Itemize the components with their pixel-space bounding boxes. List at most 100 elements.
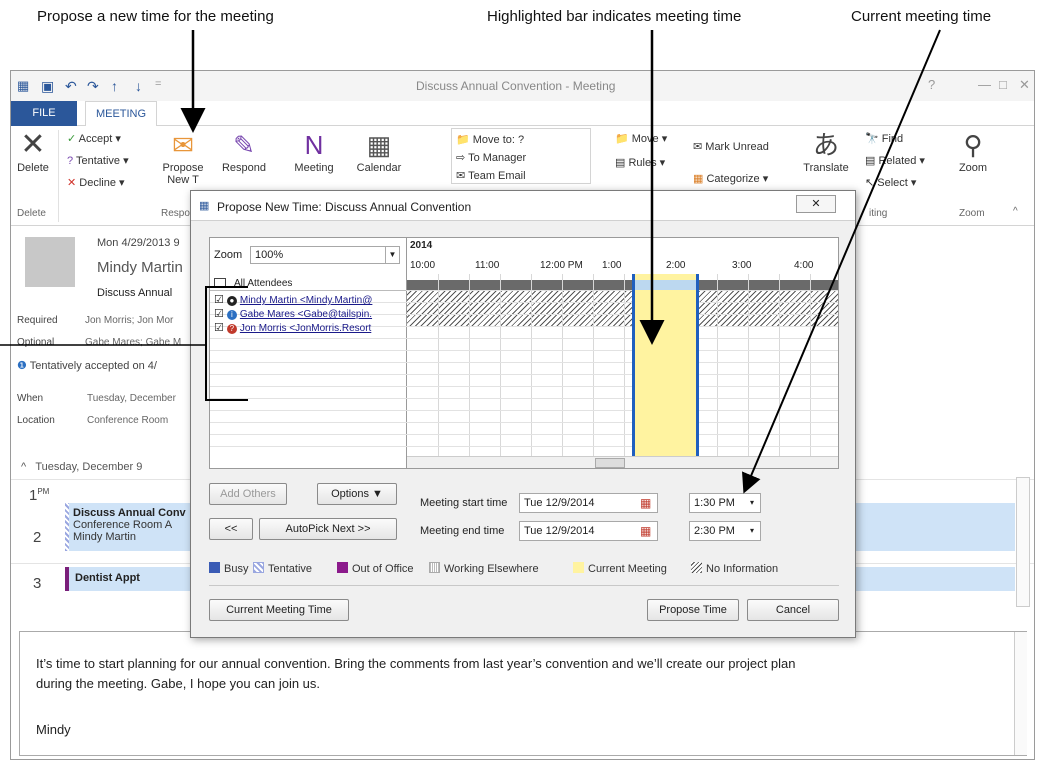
attendee-checkbox[interactable]: ☑ <box>214 294 224 306</box>
options-label: Options <box>331 488 369 500</box>
attendee-name: Mindy Martin <Mindy.Martin@ <box>239 295 373 306</box>
categorize-button[interactable]: ▦ Categorize ▾ <box>693 172 768 185</box>
end-time-field[interactable]: 2:30 PM ▾ <box>689 521 761 541</box>
current-swatch <box>573 562 584 573</box>
calendar-scrollbar[interactable] <box>1016 477 1030 607</box>
maximize-button[interactable]: □ <box>999 77 1007 92</box>
propose-time-button[interactable]: Propose Time <box>647 599 739 621</box>
translate-button[interactable]: あ Translate <box>801 130 851 174</box>
attendee-row[interactable]: ☑ ● Mindy Martin <Mindy.Martin@ <box>214 293 372 306</box>
horizontal-scrollbar[interactable] <box>407 456 838 468</box>
busy-swatch <box>209 562 220 573</box>
accept-button[interactable]: ✓ Accept ▾ <box>67 132 121 145</box>
check-icon: ✓ <box>67 133 77 145</box>
scheduling-grid[interactable]: Zoom 100% ▼ 2014 10:00 11:00 12:00 PM 1:00 2:… <box>209 237 839 469</box>
scrollbar-thumb[interactable] <box>595 458 625 468</box>
start-date-field[interactable]: Tue 12/9/2014 <box>519 493 658 513</box>
next-item-icon[interactable]: ↓ <box>135 78 142 94</box>
attendee-checkbox[interactable]: ☑ <box>214 322 224 334</box>
no-information-rows <box>407 290 838 326</box>
envelope-clock-icon: ✉ <box>172 130 194 160</box>
zoom-value: 100% <box>255 249 284 261</box>
end-date-field[interactable]: Tue 12/9/2014 <box>519 521 658 541</box>
undo-icon[interactable]: ↶ <box>65 78 77 95</box>
zoom-button[interactable]: ⚲ Zoom <box>951 130 995 174</box>
pm-label: PM <box>37 487 50 496</box>
tentative-bar <box>65 503 69 551</box>
end-time-label: Meeting end time <box>420 525 505 537</box>
calendar-button[interactable]: ▦ Calendar <box>353 130 405 174</box>
autopick-next-button[interactable]: AutoPick Next >> <box>259 518 397 540</box>
grid-row-line <box>210 350 838 351</box>
mark-unread-button[interactable]: ✉ Mark Unread <box>693 140 769 153</box>
time-label: 11:00 <box>475 260 500 271</box>
customize-qat-icon[interactable]: = <box>155 78 161 90</box>
divider <box>209 585 839 586</box>
avatar <box>25 237 75 287</box>
quickstep-to-manager[interactable]: ⇨ To Manager <box>456 151 526 164</box>
quickstep-move-to[interactable]: 📁 Move to: ? <box>456 133 524 146</box>
propose-new-time-button[interactable]: ✉ Propose New T <box>161 130 205 186</box>
find-button[interactable]: 🔭 Find <box>865 132 903 145</box>
attendee-row[interactable]: ☑? Jon Morris <JonMorris.Resort <box>214 321 371 334</box>
noinfo-swatch <box>691 562 702 573</box>
legend-current-meeting: Current Meeting <box>573 562 667 575</box>
current-meeting-bar <box>632 274 699 456</box>
date-picker-icon[interactable]: ▦ <box>640 524 651 538</box>
options-button[interactable]: Options ▼ <box>317 483 397 505</box>
start-date-value: Tue 12/9/2014 <box>524 497 595 509</box>
redo-icon[interactable]: ↷ <box>87 78 99 95</box>
busy-label: Busy <box>224 563 249 575</box>
attendee-checkbox[interactable]: ☑ <box>214 308 224 320</box>
cancel-button[interactable]: Cancel <box>747 599 839 621</box>
time-label: 1:00 <box>602 260 622 271</box>
previous-item-icon[interactable]: ↑ <box>111 78 118 94</box>
location-label: Location <box>17 415 55 426</box>
body-scrollbar[interactable] <box>1014 632 1027 755</box>
dialog-title: Propose New Time: Discuss Annual Convent… <box>217 200 472 214</box>
tab-file[interactable]: FILE <box>11 101 77 126</box>
grid-row-line <box>210 410 838 411</box>
find-label: Find <box>881 133 904 145</box>
minimize-button[interactable]: — <box>978 77 991 92</box>
attendee-name: Gabe Mares <Gabe@tailspin. <box>239 309 373 320</box>
quickstep-team-email[interactable]: ✉ Team Email <box>456 169 526 182</box>
tab-meeting[interactable]: MEETING <box>85 101 157 127</box>
zoom-label: Zoom <box>214 249 243 261</box>
time-label: 4:00 <box>794 260 814 271</box>
decline-button[interactable]: ✕ Decline ▾ <box>67 176 125 189</box>
respond-button[interactable]: ✎ Respond <box>219 130 269 174</box>
calendar-day-label: Tuesday, December 9 <box>35 461 143 473</box>
collapse-ribbon-icon[interactable]: ^ <box>1013 206 1018 217</box>
save-icon[interactable]: ▣ <box>41 78 54 95</box>
rules-label: Rules <box>628 157 657 169</box>
add-others-button[interactable]: Add Others <box>209 483 287 505</box>
help-button[interactable]: ? <box>928 77 935 92</box>
rules-button[interactable]: ▤ Rules ▾ <box>615 156 665 169</box>
message-body[interactable]: It’s time to start planning for our annu… <box>19 631 1027 756</box>
dialog-close-button[interactable]: ✕ <box>796 195 836 213</box>
delete-button[interactable]: ✕ Delete <box>15 130 51 175</box>
legend-working-elsewhere: Working Elsewhere <box>429 562 539 575</box>
propose-label: Propose <box>162 162 204 174</box>
related-label: Related <box>878 155 917 167</box>
grid-row-line <box>210 386 838 387</box>
required-attendees: Jon Morris; Jon Mor <box>85 315 174 326</box>
date-picker-icon[interactable]: ▦ <box>640 496 651 510</box>
ribbon-tabs: FILE MEETING <box>11 101 1034 127</box>
respond-icon: ✎ <box>233 130 255 160</box>
autopick-previous-button[interactable]: << <box>209 518 253 540</box>
close-window-button[interactable]: ✕ <box>1019 77 1030 93</box>
onenote-icon: N <box>304 130 324 160</box>
attendee-row[interactable]: ☑ i Gabe Mares <Gabe@tailspin. <box>214 307 372 320</box>
current-meeting-time-button[interactable]: Current Meeting Time <box>209 599 349 621</box>
start-time-field[interactable]: 1:30 PM ▾ <box>689 493 761 513</box>
related-button[interactable]: ▤ Related ▾ <box>865 154 925 167</box>
move-button[interactable]: 📁 Move ▾ <box>615 132 667 145</box>
zoom-select[interactable]: 100% ▼ <box>250 246 400 264</box>
tentative-button[interactable]: ? Tentative ▾ <box>67 154 129 167</box>
optional-label: Optional <box>17 337 55 348</box>
select-button[interactable]: ↖ Select ▾ <box>865 176 916 189</box>
current-meeting-bar-top <box>632 280 699 290</box>
meeting-notes-button[interactable]: N Meeting <box>287 130 341 174</box>
